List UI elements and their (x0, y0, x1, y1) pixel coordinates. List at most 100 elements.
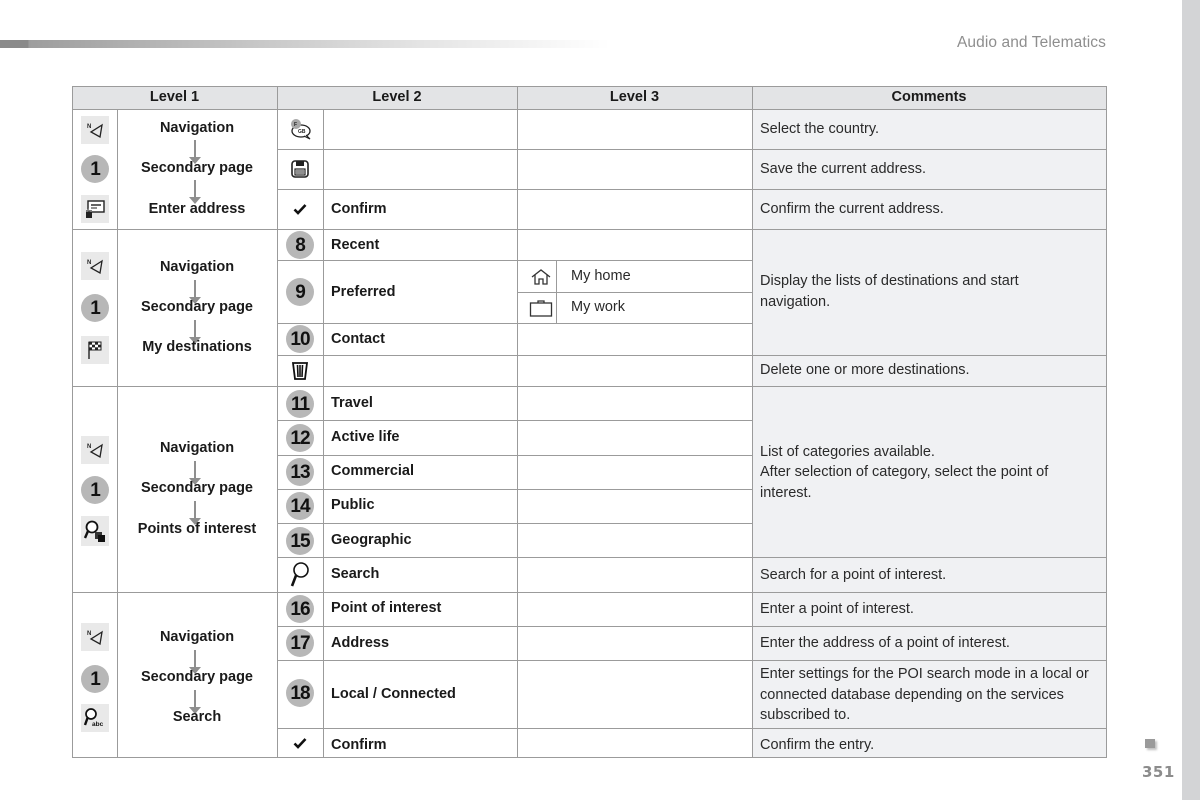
level2-label-search: Search (331, 566, 380, 582)
level3-item-my-home: My home (571, 268, 631, 284)
grid-line (277, 149, 1107, 150)
comment-text: Confirm the entry. (760, 737, 875, 753)
level1-step-points-of-interest: Points of interest (137, 521, 257, 537)
comment-text: Enter settings for the POI search mode i… (760, 666, 1089, 723)
svg-text:N: N (87, 124, 91, 130)
country-flag-bubble-icon: F GB (286, 116, 314, 142)
arrow-down-icon (189, 280, 201, 304)
secondary-page-badge: 1 (81, 665, 109, 693)
secondary-page-badge: 1 (81, 476, 109, 504)
grid-line (277, 189, 1107, 190)
level2-label-active-life: Active life (331, 429, 400, 445)
level1-step-enter-address: Enter address (148, 201, 246, 217)
menu-number-badge: 13 (286, 458, 314, 486)
level2-label-commercial: Commercial (331, 463, 415, 479)
grid-line (277, 420, 752, 421)
menu-number-badge: 16 (286, 595, 314, 623)
grid-line (277, 660, 1107, 661)
secondary-page-badge: 1 (81, 155, 109, 183)
menu-number-badge: 15 (286, 527, 314, 555)
arrow-down-icon (189, 320, 201, 344)
grid-line (277, 489, 752, 490)
svg-text:GB: GB (298, 129, 306, 135)
grid-line (517, 86, 518, 758)
grid-line (277, 260, 752, 261)
level2-label-address: Address (331, 635, 390, 651)
menu-number-badge: 12 (286, 424, 314, 452)
svg-text:abc: abc (92, 721, 104, 728)
grid-line (277, 323, 752, 324)
trash-icon (286, 358, 314, 384)
level3-item-my-work: My work (571, 299, 625, 315)
home-icon (528, 264, 554, 290)
grid-line (277, 523, 752, 524)
level1-step-navigation: Navigation (159, 259, 235, 275)
comment-text: Enter a point of interest. (760, 601, 914, 617)
arrow-down-icon (189, 690, 201, 714)
comment-text: Select the country. (760, 121, 880, 137)
menu-number-badge: 10 (286, 325, 314, 353)
comment-text: After selection of category, select the … (760, 464, 1049, 501)
grid-line (277, 557, 1107, 558)
level1-step-navigation: Navigation (159, 440, 235, 456)
navigation-north-icon: N (81, 623, 109, 651)
menu-number-badge: 8 (286, 231, 314, 259)
grid-line (72, 386, 1107, 387)
level1-step-secondary-page: Secondary page (140, 669, 253, 685)
level2-label-preferred: Preferred (331, 284, 396, 300)
enter-address-icon (81, 195, 109, 223)
grid-line (752, 86, 753, 758)
level1-step-secondary-page: Secondary page (140, 299, 253, 315)
navigation-north-icon: N (81, 116, 109, 144)
column-header-level3: Level 3 (609, 89, 660, 105)
comment-text: Delete one or more destinations. (760, 362, 970, 378)
navigation-north-icon: N (81, 436, 109, 464)
briefcase-icon (528, 295, 554, 321)
checkmark-icon (286, 731, 314, 755)
svg-text:N: N (87, 631, 91, 637)
text-search-icon: abc (81, 704, 109, 732)
arrow-down-icon (189, 501, 201, 525)
svg-text:F: F (294, 122, 297, 128)
level1-step-my-destinations: My destinations (142, 339, 252, 355)
grid-line (72, 229, 1107, 230)
comment-text: Save the current address. (760, 161, 927, 177)
menu-table: Level 1 Level 2 Level 3 Comments N 1 Nav… (0, 0, 1200, 800)
grid-line (277, 728, 1107, 729)
level1-step-navigation: Navigation (159, 629, 235, 645)
secondary-page-badge: 1 (81, 294, 109, 322)
arrow-down-icon (189, 650, 201, 674)
column-header-level2: Level 2 (372, 89, 422, 105)
level1-step-secondary-page: Secondary page (140, 160, 253, 176)
grid-line (277, 626, 1107, 627)
navigation-north-icon: N (81, 252, 109, 280)
level2-label-contact: Contact (331, 331, 385, 347)
arrow-down-icon (189, 461, 201, 485)
level2-label-confirm: Confirm (331, 201, 387, 217)
level1-step-secondary-page: Secondary page (140, 480, 253, 496)
comment-text: List of categories available. (760, 444, 935, 460)
comment-text: Display the lists of destinations and st… (760, 273, 1019, 310)
svg-text:N: N (87, 444, 91, 450)
checkered-flag-icon (81, 336, 109, 364)
level2-label-travel: Travel (331, 395, 373, 411)
menu-number-badge: 9 (286, 278, 314, 306)
arrow-down-icon (189, 180, 201, 204)
level2-label-recent: Recent (331, 237, 380, 253)
magnifier-icon (286, 560, 314, 590)
level2-label-confirm: Confirm (331, 737, 387, 753)
level2-label-geographic: Geographic (331, 532, 412, 548)
grid-line (517, 292, 752, 293)
floppy-save-icon (286, 156, 314, 182)
menu-number-badge: 17 (286, 629, 314, 657)
grid-line (277, 355, 1107, 356)
level2-label-public: Public (331, 497, 375, 513)
level1-step-navigation: Navigation (159, 120, 235, 136)
comment-text: Enter the address of a point of interest… (760, 635, 1010, 651)
grid-line (1106, 86, 1107, 758)
poi-search-icon (81, 516, 109, 546)
level2-label-local-connected: Local / Connected (331, 686, 456, 702)
menu-number-badge: 14 (286, 492, 314, 520)
comment-text: Confirm the current address. (760, 201, 944, 217)
level2-label-point-of-interest: Point of interest (331, 600, 442, 616)
